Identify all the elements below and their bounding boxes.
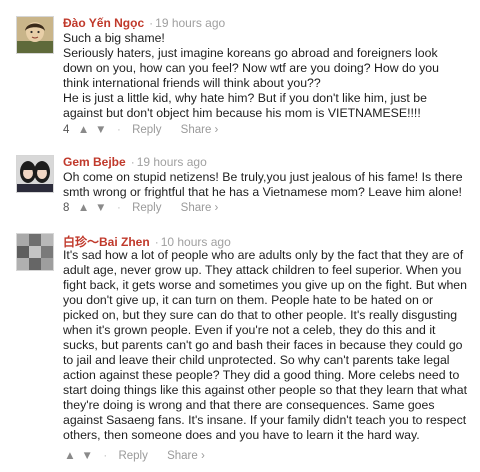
upvote-icon[interactable]: ▲ xyxy=(77,202,91,214)
comment-body: Oh come on stupid netizens! Be truly,you… xyxy=(63,170,468,200)
upvote-icon[interactable]: ▲ xyxy=(63,450,77,462)
drawn-portrait-avatar xyxy=(17,17,53,53)
downvote-icon[interactable]: ▼ xyxy=(94,202,108,214)
comment-paragraph: Such a big shame! xyxy=(63,31,165,45)
vote-count: 4 xyxy=(63,124,70,136)
comment-body: It's sad how a lot of people who are adu… xyxy=(63,248,468,443)
comment-paragraph: Oh come on stupid netizens! Be truly,you… xyxy=(63,170,463,199)
comment-body: Such a big shame! Seriously haters, just… xyxy=(63,31,468,121)
comment-actions: 4 ▲ ▼ · Reply Share › xyxy=(63,124,218,136)
upvote-icon[interactable]: ▲ xyxy=(77,124,91,136)
comment-meta: Gem Bejbe · 19 hours ago xyxy=(63,155,207,169)
meta-separator: · xyxy=(154,235,159,249)
action-separator: · xyxy=(117,124,121,136)
reply-button[interactable]: Reply xyxy=(132,202,161,214)
action-separator: · xyxy=(103,450,108,462)
comment-paragraph: He is just a little kid, why hate him? B… xyxy=(63,91,427,120)
avatar[interactable] xyxy=(16,155,54,193)
comment-paragraph: It's sad how a lot of people who are adu… xyxy=(63,248,467,442)
timestamp[interactable]: 10 hours ago xyxy=(161,235,231,249)
downvote-icon[interactable]: ▼ xyxy=(80,450,94,462)
blurred-image-avatar xyxy=(17,234,53,270)
timestamp[interactable]: 19 hours ago xyxy=(137,155,207,169)
author-name[interactable]: 白珍～Bai Zhen xyxy=(63,235,150,249)
avatar[interactable] xyxy=(16,233,54,271)
reply-button[interactable]: Reply xyxy=(118,450,147,462)
action-separator: · xyxy=(117,202,121,214)
timestamp[interactable]: 19 hours ago xyxy=(155,16,225,30)
vote-count: 8 xyxy=(63,202,70,214)
downvote-icon[interactable]: ▼ xyxy=(94,124,108,136)
reply-button[interactable]: Reply xyxy=(132,124,161,136)
two-girls-photo-avatar xyxy=(17,156,53,192)
avatar[interactable] xyxy=(16,16,54,54)
comment-meta: Đào Yến Ngọc · 19 hours ago xyxy=(63,16,225,30)
meta-separator: · xyxy=(130,155,135,169)
meta-separator: · xyxy=(149,16,154,30)
comment-paragraph: Seriously haters, just imagine koreans g… xyxy=(63,46,439,90)
author-name[interactable]: Đào Yến Ngọc xyxy=(63,16,144,30)
share-button[interactable]: Share › xyxy=(181,202,219,214)
author-name[interactable]: Gem Bejbe xyxy=(63,155,126,169)
comment-actions: 8 ▲ ▼ · Reply Share › xyxy=(63,202,218,214)
share-button[interactable]: Share › xyxy=(181,124,219,136)
comment-actions: ▲ ▼ · Reply Share › xyxy=(63,450,205,462)
share-button[interactable]: Share › xyxy=(167,450,205,462)
